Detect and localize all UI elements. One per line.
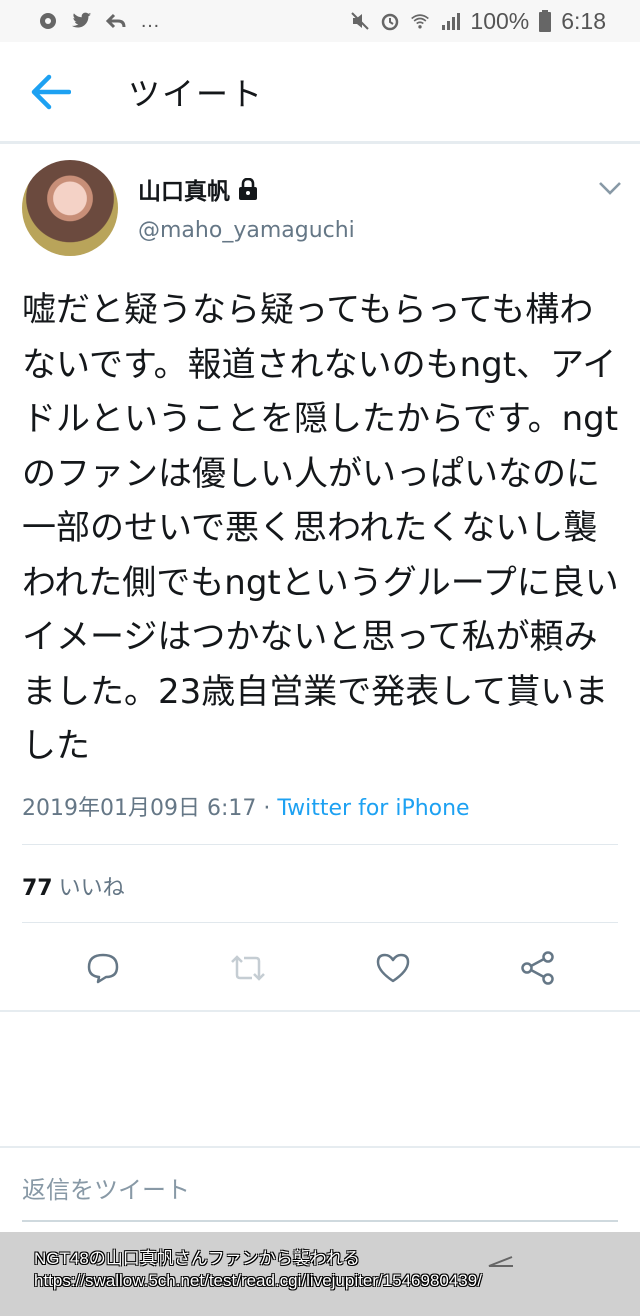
share-button[interactable] (508, 940, 568, 996)
likes-row[interactable]: 77 いいね (22, 870, 125, 902)
status-bar-left: … (38, 10, 162, 33)
battery-icon (539, 10, 552, 32)
tweet-timestamp: 2019年01月09日 6:17 (22, 796, 257, 821)
author-name[interactable]: 山口真帆 (138, 172, 230, 206)
wifi-icon (411, 14, 430, 29)
retweet-button[interactable] (218, 940, 278, 996)
tweet-text: 嘘だと疑うなら疑ってもらっても構わないです。報道されないのもngt、アイドルとい… (22, 290, 619, 766)
divider (22, 922, 618, 923)
back-gesture-icon[interactable] (486, 1254, 514, 1272)
meta-separator: · (256, 796, 278, 821)
more-indicator: … (140, 9, 162, 32)
divider (0, 1010, 640, 1012)
author-handle[interactable]: @maho_yamaguchi (138, 218, 355, 243)
avatar[interactable] (22, 160, 118, 256)
tweet-author: 山口真帆 @maho_yamaguchi (22, 160, 622, 260)
alarm-icon (382, 13, 399, 31)
likes-label: いいね (58, 876, 125, 901)
chevron-down-icon[interactable] (598, 180, 622, 196)
footer-overlay: NGT48の山口真帆さんファンから襲われる https://swallow.5c… (0, 1232, 640, 1316)
watermark-url: https://swallow.5ch.net/test/read.cgi/li… (34, 1271, 482, 1290)
back-button[interactable] (0, 42, 100, 141)
reply-underline (22, 1220, 618, 1222)
likes-count: 77 (22, 876, 53, 901)
like-button[interactable] (363, 940, 423, 996)
author-info: 山口真帆 @maho_yamaguchi (138, 160, 355, 260)
reply-input[interactable]: 返信をツイート (22, 1170, 190, 1205)
watermark: NGT48の山口真帆さんファンから襲われる https://swallow.5c… (34, 1248, 482, 1292)
app-header: ツイート (0, 42, 640, 144)
status-bar-right: 100% 6:18 (350, 8, 606, 35)
like-icon (376, 953, 409, 983)
mute-icon (351, 12, 370, 30)
tweet-actions (0, 940, 640, 996)
back-arrow-icon (31, 74, 71, 109)
battery-percent: 100% (470, 7, 530, 34)
tweet-source-link[interactable]: Twitter for iPhone (277, 796, 469, 821)
reply-icon (87, 953, 118, 984)
twitter-icon (72, 12, 92, 28)
retweet-icon (230, 955, 265, 981)
reply-icon (106, 13, 126, 29)
lock-icon (239, 178, 257, 200)
reply-button[interactable] (73, 940, 133, 996)
tweet-meta: 2019年01月09日 6:17 · Twitter for iPhone (22, 790, 470, 822)
author-name-row: 山口真帆 (138, 172, 355, 206)
divider (22, 844, 618, 845)
clock: 6:18 (561, 7, 606, 34)
watermark-title: NGT48の山口真帆さんファンから襲われる (34, 1249, 360, 1268)
divider (0, 1146, 640, 1148)
page-title: ツイート (128, 74, 265, 113)
status-bar: … 100% 6:18 (0, 0, 640, 42)
signal-icon (442, 13, 461, 30)
settings-icon (40, 13, 56, 29)
share-icon (520, 951, 554, 985)
